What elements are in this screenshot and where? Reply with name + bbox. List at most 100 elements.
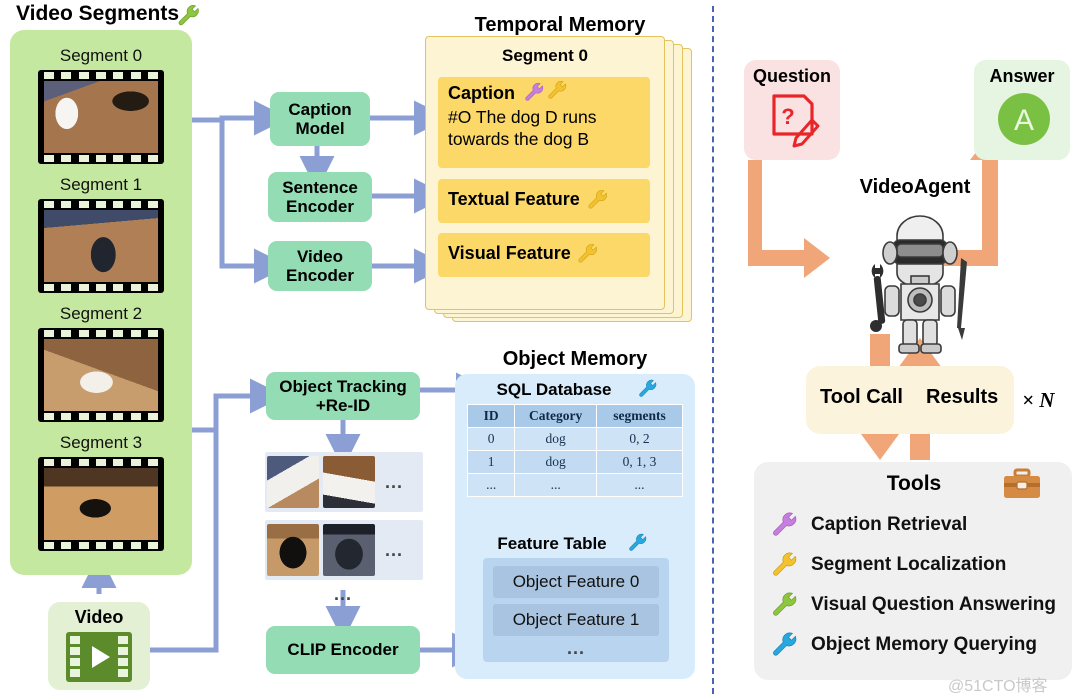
- robot-icon: [870, 215, 967, 354]
- column-id: ID: [466, 404, 516, 428]
- tool-label-visual-question-answering: Visual Question Answering: [811, 594, 1056, 615]
- wrench-icon-yellow: [773, 552, 797, 576]
- tool-label-segment-localization: Segment Localization: [811, 554, 1007, 575]
- wrench-icon-yellow: [588, 190, 607, 209]
- feature-table-ellipsis: ...: [567, 638, 586, 658]
- segment-2-thumbnail: [38, 328, 164, 422]
- visual-feature-label: Visual Feature: [448, 243, 571, 263]
- visual-feature-block[interactable]: Visual Feature: [438, 233, 650, 277]
- segment-2-label: Segment 2: [59, 304, 143, 323]
- wrench-icon-yellow: [578, 244, 597, 263]
- segment-3-thumbnail: [38, 457, 164, 551]
- cell-segments: 0, 2: [595, 427, 684, 451]
- wrench-icon-green: [773, 592, 797, 616]
- results-label: Results: [926, 386, 999, 408]
- tools-title: Tools: [886, 472, 942, 495]
- tools-panel: Tools Caption Retrieval Segment Localiza…: [754, 462, 1072, 680]
- module-video-encoder-line1: Video: [297, 246, 343, 266]
- segment-1-thumbnail: [38, 199, 164, 293]
- crop-row-ellipsis: ...: [385, 539, 404, 560]
- video-source-box[interactable]: Video: [48, 602, 150, 690]
- cell-id: 1: [466, 450, 516, 474]
- wrench-icon-purple: [525, 82, 544, 101]
- module-object-tracking-line2: +Re-ID: [315, 396, 371, 415]
- object-crop: [323, 524, 375, 576]
- module-caption-model[interactable]: Caption Model: [270, 92, 370, 146]
- module-caption-model-line2: Model: [295, 119, 345, 138]
- table-header-row: ID Category segments: [466, 404, 684, 428]
- toolbox-icon: [1004, 468, 1040, 498]
- cell-id: ...: [466, 473, 516, 497]
- question-note-pencil-icon: ?: [772, 94, 820, 148]
- video-play-icon: [66, 632, 132, 682]
- textual-feature-label: Textual Feature: [448, 189, 580, 209]
- videoagent-label: VideoAgent: [859, 176, 971, 198]
- table-row: ... ... ...: [466, 473, 684, 497]
- object-memory-title: Object Memory: [502, 348, 648, 370]
- object-feature-0[interactable]: Object Feature 0: [493, 566, 659, 598]
- svg-text:A: A: [1014, 104, 1034, 137]
- answer-circle-icon: A: [998, 93, 1050, 145]
- tool-item-visual-question-answering[interactable]: Visual Question Answering: [770, 590, 1056, 620]
- module-sentence-encoder-line2: Encoder: [285, 197, 355, 216]
- wrench-icon-blue: [639, 379, 657, 397]
- object-crop: [267, 456, 319, 508]
- temporal-memory-card[interactable]: Segment 0 Caption #O The dog D runs towa…: [425, 36, 665, 310]
- segment-1-label: Segment 1: [59, 175, 143, 194]
- tool-call-band: Tool Call Results: [806, 366, 1014, 434]
- object-crop-row-0: ...: [265, 452, 423, 512]
- cell-segments: 0, 1, 3: [595, 450, 684, 474]
- segment-0-thumbnail: [38, 70, 164, 164]
- caption-label: Caption: [448, 83, 515, 103]
- object-crop-row-1: ...: [265, 520, 423, 580]
- object-crop: [323, 456, 375, 508]
- object-feature-1[interactable]: Object Feature 1: [493, 604, 659, 636]
- module-video-encoder-line2: Encoder: [285, 266, 355, 285]
- crop-row-ellipsis: ...: [385, 471, 404, 492]
- module-object-tracking[interactable]: Object Tracking +Re-ID: [266, 372, 420, 420]
- tool-item-segment-localization[interactable]: Segment Localization: [770, 550, 1006, 580]
- answer-label: Answer: [989, 66, 1055, 86]
- video-box-label: Video: [74, 607, 124, 627]
- wrench-icon-yellow: [548, 80, 567, 99]
- answer-card[interactable]: Answer A: [974, 60, 1070, 160]
- cell-category: dog: [514, 450, 597, 474]
- watermark: @51CTO博客: [948, 678, 1048, 695]
- table-row: 0 dog 0, 2: [466, 427, 684, 451]
- tool-label-object-memory-querying: Object Memory Querying: [811, 634, 1037, 655]
- question-label: Question: [752, 66, 831, 86]
- question-card[interactable]: Question ?: [744, 60, 840, 160]
- module-clip-encoder[interactable]: CLIP Encoder: [266, 626, 420, 674]
- module-caption-model-line1: Caption: [288, 99, 352, 119]
- textual-feature-block[interactable]: Textual Feature: [438, 179, 650, 223]
- cell-category: ...: [514, 473, 597, 497]
- svg-text:?: ?: [781, 104, 794, 129]
- table-row: 1 dog 0, 1, 3: [466, 450, 684, 474]
- cell-category: dog: [514, 427, 597, 451]
- feature-table-title: Feature Table: [497, 534, 607, 553]
- cell-id: 0: [466, 427, 516, 451]
- crop-grid-ellipsis: ...: [334, 584, 353, 604]
- sql-table: ID Category segments 0 dog 0, 2 1 dog 0,…: [466, 404, 684, 497]
- module-clip-encoder-label: CLIP Encoder: [287, 640, 399, 660]
- wrench-icon-purple: [773, 512, 797, 536]
- object-crop: [267, 524, 319, 576]
- tool-item-object-memory-querying[interactable]: Object Memory Querying: [770, 630, 1037, 660]
- caption-text: #O The dog D runs towards the dog B: [448, 107, 597, 149]
- temporal-memory-title: Temporal Memory: [474, 14, 646, 36]
- temporal-memory-card-title: Segment 0: [502, 46, 588, 65]
- feature-table: Object Feature 0 Object Feature 1 ...: [483, 558, 669, 662]
- cell-segments: ...: [595, 473, 684, 497]
- wrench-icon-green: [178, 5, 199, 26]
- wrench-icon-blue: [629, 533, 647, 551]
- segment-0-label: Segment 0: [59, 46, 143, 65]
- module-sentence-encoder[interactable]: Sentence Encoder: [268, 172, 372, 222]
- sql-database-title: SQL Database: [496, 380, 612, 399]
- module-video-encoder[interactable]: Video Encoder: [268, 241, 372, 291]
- module-sentence-encoder-line1: Sentence: [282, 177, 358, 197]
- video-segments-panel: Segment 0 Segment 1 Segment 2 Segment 3: [10, 30, 192, 575]
- video-segments-title-text: Video Segments: [16, 2, 179, 25]
- caption-block[interactable]: Caption #O The dog D runs towards the do…: [438, 77, 650, 168]
- column-category: Category: [514, 404, 597, 428]
- tool-item-caption-retrieval[interactable]: Caption Retrieval: [770, 510, 967, 540]
